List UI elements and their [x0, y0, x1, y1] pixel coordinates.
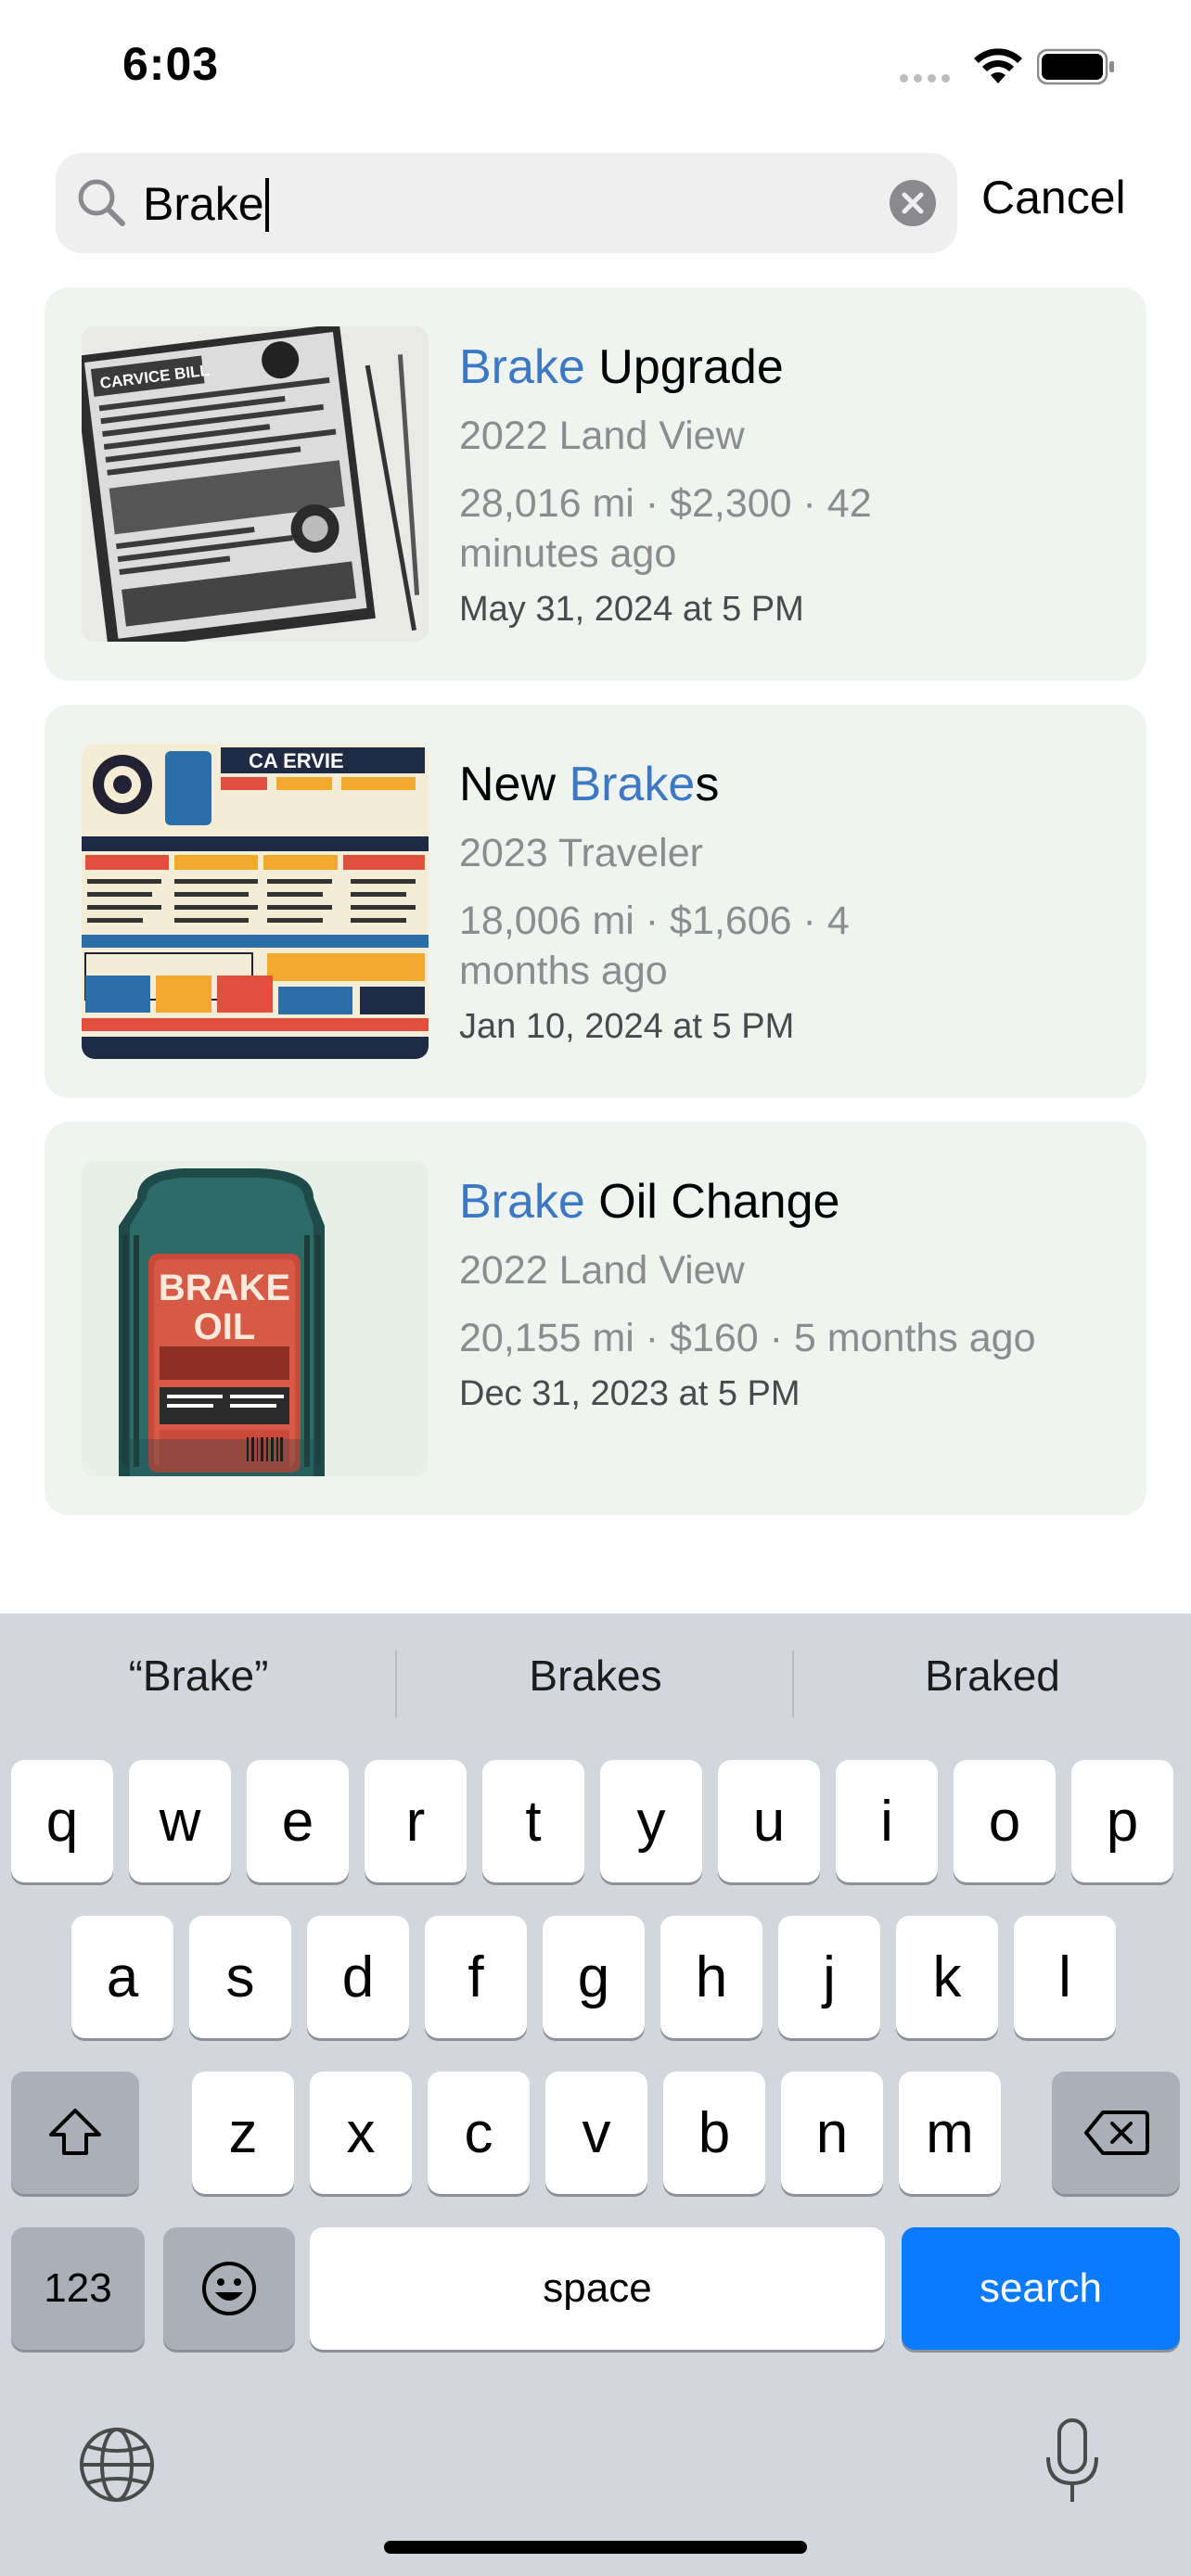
key-n[interactable]: n: [781, 2072, 883, 2194]
delete-icon: [1084, 2111, 1149, 2155]
cancel-button[interactable]: Cancel: [981, 171, 1126, 224]
key-u[interactable]: u: [718, 1760, 820, 1882]
suggestion-item[interactable]: Braked: [794, 1651, 1191, 1701]
key-i[interactable]: i: [836, 1760, 938, 1882]
result-meta: 20,155 mi · $160 · 5 months ago: [459, 1316, 1036, 1360]
key-g[interactable]: g: [543, 1916, 645, 2038]
key-m[interactable]: m: [899, 2072, 1001, 2194]
result-card[interactable]: BRAKE OIL Brake Oil Change 2022 Land Vie…: [45, 1122, 1146, 1515]
key-w[interactable]: w: [129, 1760, 231, 1882]
search-input[interactable]: Brake: [143, 177, 269, 235]
key-l[interactable]: l: [1014, 1916, 1116, 2038]
suggestion-bar: “Brake” Brakes Braked: [0, 1613, 1191, 1754]
result-date: Jan 10, 2024 at 5 PM: [459, 1007, 795, 1046]
result-title: New Brakes: [459, 758, 720, 811]
result-vehicle: 2022 Land View: [459, 1248, 745, 1293]
key-p[interactable]: p: [1071, 1760, 1173, 1882]
svg-text:OIL: OIL: [194, 1307, 256, 1347]
key-d[interactable]: d: [307, 1916, 409, 2038]
microphone-icon[interactable]: [1043, 2417, 1102, 2506]
key-a[interactable]: a: [71, 1916, 173, 2038]
result-date: May 31, 2024 at 5 PM: [459, 590, 804, 629]
result-title: Brake Oil Change: [459, 1175, 840, 1229]
shift-key[interactable]: [11, 2072, 139, 2194]
key-q[interactable]: q: [11, 1760, 113, 1882]
key-f[interactable]: f: [425, 1916, 527, 2038]
key-c[interactable]: c: [428, 2072, 530, 2194]
battery-icon: [1037, 48, 1114, 85]
shift-icon: [49, 2109, 101, 2155]
emoji-icon: [202, 2262, 256, 2315]
result-vehicle: 2023 Traveler: [459, 831, 703, 875]
key-x[interactable]: x: [310, 2072, 412, 2194]
service-invoice-thumbnail: CA ERVIE: [82, 744, 429, 1059]
key-o[interactable]: o: [954, 1760, 1056, 1882]
key-t[interactable]: t: [482, 1760, 584, 1882]
search-icon: [78, 179, 125, 226]
wifi-icon: [974, 48, 1022, 83]
search-key[interactable]: search: [902, 2227, 1180, 2350]
result-meta: 18,006 mi · $1,606 · 4 months ago: [459, 899, 850, 993]
suggestion-item[interactable]: “Brake”: [0, 1651, 397, 1701]
result-date: Dec 31, 2023 at 5 PM: [459, 1374, 800, 1413]
key-s[interactable]: s: [189, 1916, 291, 2038]
numbers-key[interactable]: 123: [11, 2227, 145, 2350]
result-card[interactable]: CARVICE BILL Brake Upgrade 2022 Land Vie…: [45, 287, 1146, 681]
cellular-signal-icon: [900, 74, 955, 85]
status-bar: 6:03: [0, 0, 1191, 130]
key-e[interactable]: e: [247, 1760, 349, 1882]
key-y[interactable]: y: [600, 1760, 702, 1882]
thumbnail-label: BRAKE: [159, 1268, 290, 1308]
result-card[interactable]: CA ERVIE New Brakes 2023 Traveler 18,006…: [45, 705, 1146, 1098]
thumbnail-label: CA ERVIE: [249, 749, 344, 772]
text-caret: [264, 177, 269, 232]
result-vehicle: 2022 Land View: [459, 414, 745, 458]
suggestion-item[interactable]: Brakes: [397, 1651, 794, 1701]
home-indicator: [384, 2541, 807, 2554]
search-field[interactable]: Brake: [56, 153, 957, 253]
emoji-key[interactable]: [163, 2227, 295, 2350]
key-j[interactable]: j: [778, 1916, 880, 2038]
delete-key[interactable]: [1052, 2072, 1180, 2194]
key-z[interactable]: z: [192, 2072, 294, 2194]
key-r[interactable]: r: [365, 1760, 467, 1882]
status-time: 6:03: [122, 38, 220, 90]
result-title: Brake Upgrade: [459, 340, 784, 394]
key-k[interactable]: k: [896, 1916, 998, 2038]
brake-oil-bottle-thumbnail: BRAKE OIL: [82, 1161, 429, 1476]
clear-text-icon[interactable]: [889, 179, 937, 227]
service-bill-thumbnail: CARVICE BILL: [82, 326, 429, 642]
key-v[interactable]: v: [545, 2072, 647, 2194]
search-query: Brake: [143, 178, 264, 230]
space-key[interactable]: space: [310, 2227, 885, 2350]
key-b[interactable]: b: [663, 2072, 765, 2194]
key-h[interactable]: h: [660, 1916, 762, 2038]
result-meta: 28,016 mi · $2,300 · 42 minutes ago: [459, 481, 872, 576]
globe-icon[interactable]: [78, 2426, 156, 2504]
